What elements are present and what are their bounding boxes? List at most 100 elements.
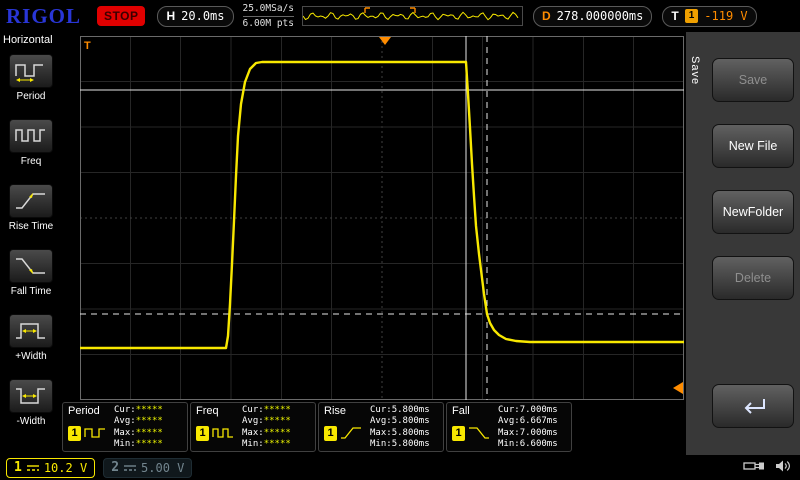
min-label: Min:	[498, 439, 520, 449]
max-value: *****	[136, 428, 163, 438]
memory-waveform-preview	[302, 6, 523, 26]
graticule	[80, 36, 684, 400]
status-bar: RIGOL STOP H 20.0ms 25.0MSa/s 6.00M pts …	[0, 0, 800, 32]
channel-2-label: 2	[111, 460, 119, 475]
max-label: Max:	[242, 428, 264, 438]
save-soft-menu: Save Save New File NewFolder Delete	[686, 32, 800, 455]
measure-category-title[interactable]: Horizontal	[0, 32, 62, 48]
channel-badge: 1	[196, 426, 209, 441]
return-arrow-icon	[738, 396, 768, 416]
menu-item-label: -Width	[0, 416, 62, 427]
sample-rate: 25.0MSa/s	[243, 3, 294, 16]
avg-label: Avg:	[114, 416, 136, 426]
timebase-readout[interactable]: H 20.0ms	[157, 6, 233, 27]
measurement-rise: Rise 1 Cur:5.800ms Avg:5.800ms Max:5.800…	[318, 402, 444, 452]
usb-icon	[743, 459, 765, 473]
menu-item-period[interactable]: Period	[0, 48, 62, 113]
measurement-freq: Freq 1 Cur:***** Avg:***** Max:***** Min…	[190, 402, 316, 452]
channel-badge: 1	[68, 426, 81, 441]
menu-item-freq[interactable]: Freq	[0, 113, 62, 178]
oscilloscope-screen: RIGOL STOP H 20.0ms 25.0MSa/s 6.00M pts …	[0, 0, 800, 480]
cur-label: Cur:	[370, 405, 392, 415]
menu-item-minus-width[interactable]: -Width	[0, 373, 62, 438]
run-state-badge[interactable]: STOP	[97, 6, 145, 26]
menu-item-label: +Width	[0, 351, 62, 362]
avg-label: Avg:	[370, 416, 392, 426]
max-label: Max:	[114, 428, 136, 438]
min-label: Min:	[370, 439, 392, 449]
stat-line: Max:5.800ms	[370, 428, 440, 439]
freq-glyph-icon	[212, 425, 234, 441]
stat-line: Min:*****	[242, 439, 312, 450]
system-icons	[743, 459, 792, 473]
stat-line: Cur:*****	[242, 405, 312, 416]
speaker-icon	[775, 459, 792, 473]
period-glyph-icon	[84, 425, 106, 441]
measurement-name: Fall	[452, 405, 498, 417]
stat-line: Cur:*****	[114, 405, 184, 416]
back-button[interactable]	[712, 384, 794, 428]
measurement-name: Freq	[196, 405, 242, 417]
stat-line: Max:*****	[242, 428, 312, 439]
channel-2-status[interactable]: 2 5.00 V	[103, 458, 192, 478]
max-value: 5.800ms	[392, 428, 430, 438]
new-folder-button[interactable]: NewFolder	[712, 190, 794, 234]
menu-tab-save: Save	[689, 56, 701, 85]
dc-coupling-icon	[26, 463, 40, 473]
stat-line: Avg:*****	[114, 416, 184, 427]
channel-1-label: 1	[14, 460, 22, 475]
max-value: 7.000ms	[520, 428, 558, 438]
delete-button[interactable]: Delete	[712, 256, 794, 300]
stat-line: Max:*****	[114, 428, 184, 439]
stat-line: Avg:6.667ms	[498, 416, 568, 427]
freq-icon	[9, 119, 53, 153]
channel-1-status[interactable]: 1 10.2 V	[6, 458, 95, 478]
measurement-values: Cur:7.000ms Avg:6.667ms Max:7.000ms Min:…	[498, 405, 568, 449]
rise-time-icon	[9, 184, 53, 218]
horizontal-label: H	[166, 9, 175, 23]
timebase-value: 20.0ms	[181, 9, 224, 23]
stat-line: Cur:7.000ms	[498, 405, 568, 416]
avg-label: Avg:	[498, 416, 520, 426]
trigger-readout[interactable]: T 1 -119 V	[662, 6, 756, 27]
min-value: 6.600ms	[520, 439, 558, 449]
stat-line: Max:7.000ms	[498, 428, 568, 439]
channel-2-scale: 5.00 V	[141, 461, 184, 475]
menu-item-label: Fall Time	[0, 286, 62, 297]
avg-value: *****	[264, 416, 291, 426]
cur-value: *****	[136, 405, 163, 415]
avg-value: *****	[136, 416, 163, 426]
measurement-fall: Fall 1 Cur:7.000ms Avg:6.667ms Max:7.000…	[446, 402, 572, 452]
measurement-values: Cur:5.800ms Avg:5.800ms Max:5.800ms Min:…	[370, 405, 440, 449]
channel-1-scale: 10.2 V	[44, 461, 87, 475]
rigol-logo: RIGOL	[6, 4, 81, 29]
new-file-button[interactable]: New File	[712, 124, 794, 168]
delay-readout[interactable]: D 278.000000ms	[533, 6, 652, 27]
menu-item-label: Freq	[0, 156, 62, 167]
trigger-label: T	[671, 9, 678, 23]
measurement-name: Rise	[324, 405, 370, 417]
preview-wave	[303, 12, 518, 19]
cur-value: 5.800ms	[392, 405, 430, 415]
minus-width-icon	[9, 379, 53, 413]
menu-item-fall-time[interactable]: Fall Time	[0, 243, 62, 308]
trigger-indicator: T	[84, 40, 91, 52]
rise-glyph-icon	[340, 425, 362, 441]
channel-status-bar: 1 10.2 V 2 5.00 V	[0, 455, 800, 480]
measurement-values: Cur:***** Avg:***** Max:***** Min:*****	[114, 405, 184, 449]
avg-value: 5.800ms	[392, 416, 430, 426]
stat-line: Min:6.600ms	[498, 439, 568, 450]
max-label: Max:	[370, 428, 392, 438]
save-button[interactable]: Save	[712, 58, 794, 102]
period-icon	[9, 54, 53, 88]
menu-item-plus-width[interactable]: +Width	[0, 308, 62, 373]
cur-value: 7.000ms	[520, 405, 558, 415]
min-value: *****	[136, 439, 163, 449]
stat-line: Min:5.800ms	[370, 439, 440, 450]
trigger-level-value: -119 V	[704, 9, 747, 23]
preview-window-marker	[365, 8, 415, 13]
menu-item-label: Rise Time	[0, 221, 62, 232]
plus-width-icon	[9, 314, 53, 348]
min-label: Min:	[242, 439, 264, 449]
menu-item-rise-time[interactable]: Rise Time	[0, 178, 62, 243]
